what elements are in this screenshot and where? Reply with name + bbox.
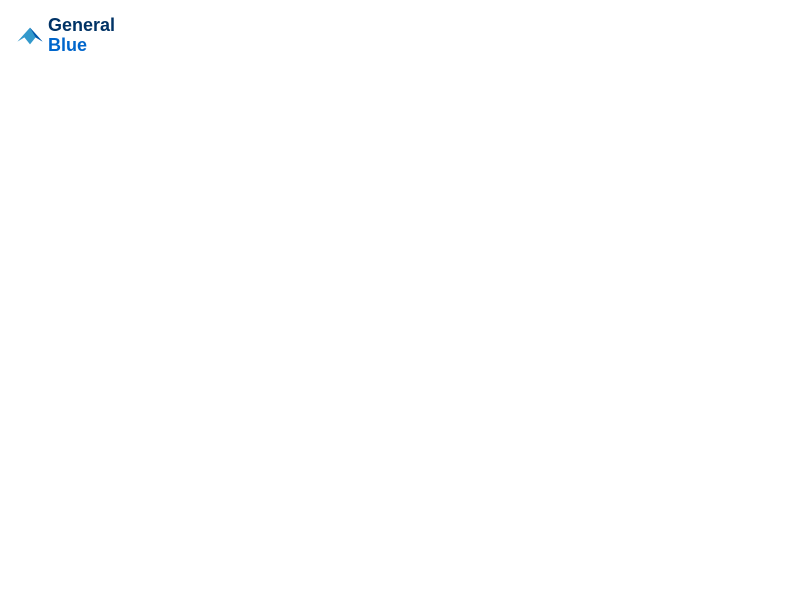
page-header: General Blue: [16, 16, 776, 56]
logo-icon: [16, 22, 44, 50]
logo-text: General Blue: [48, 16, 115, 56]
logo: General Blue: [16, 16, 115, 56]
